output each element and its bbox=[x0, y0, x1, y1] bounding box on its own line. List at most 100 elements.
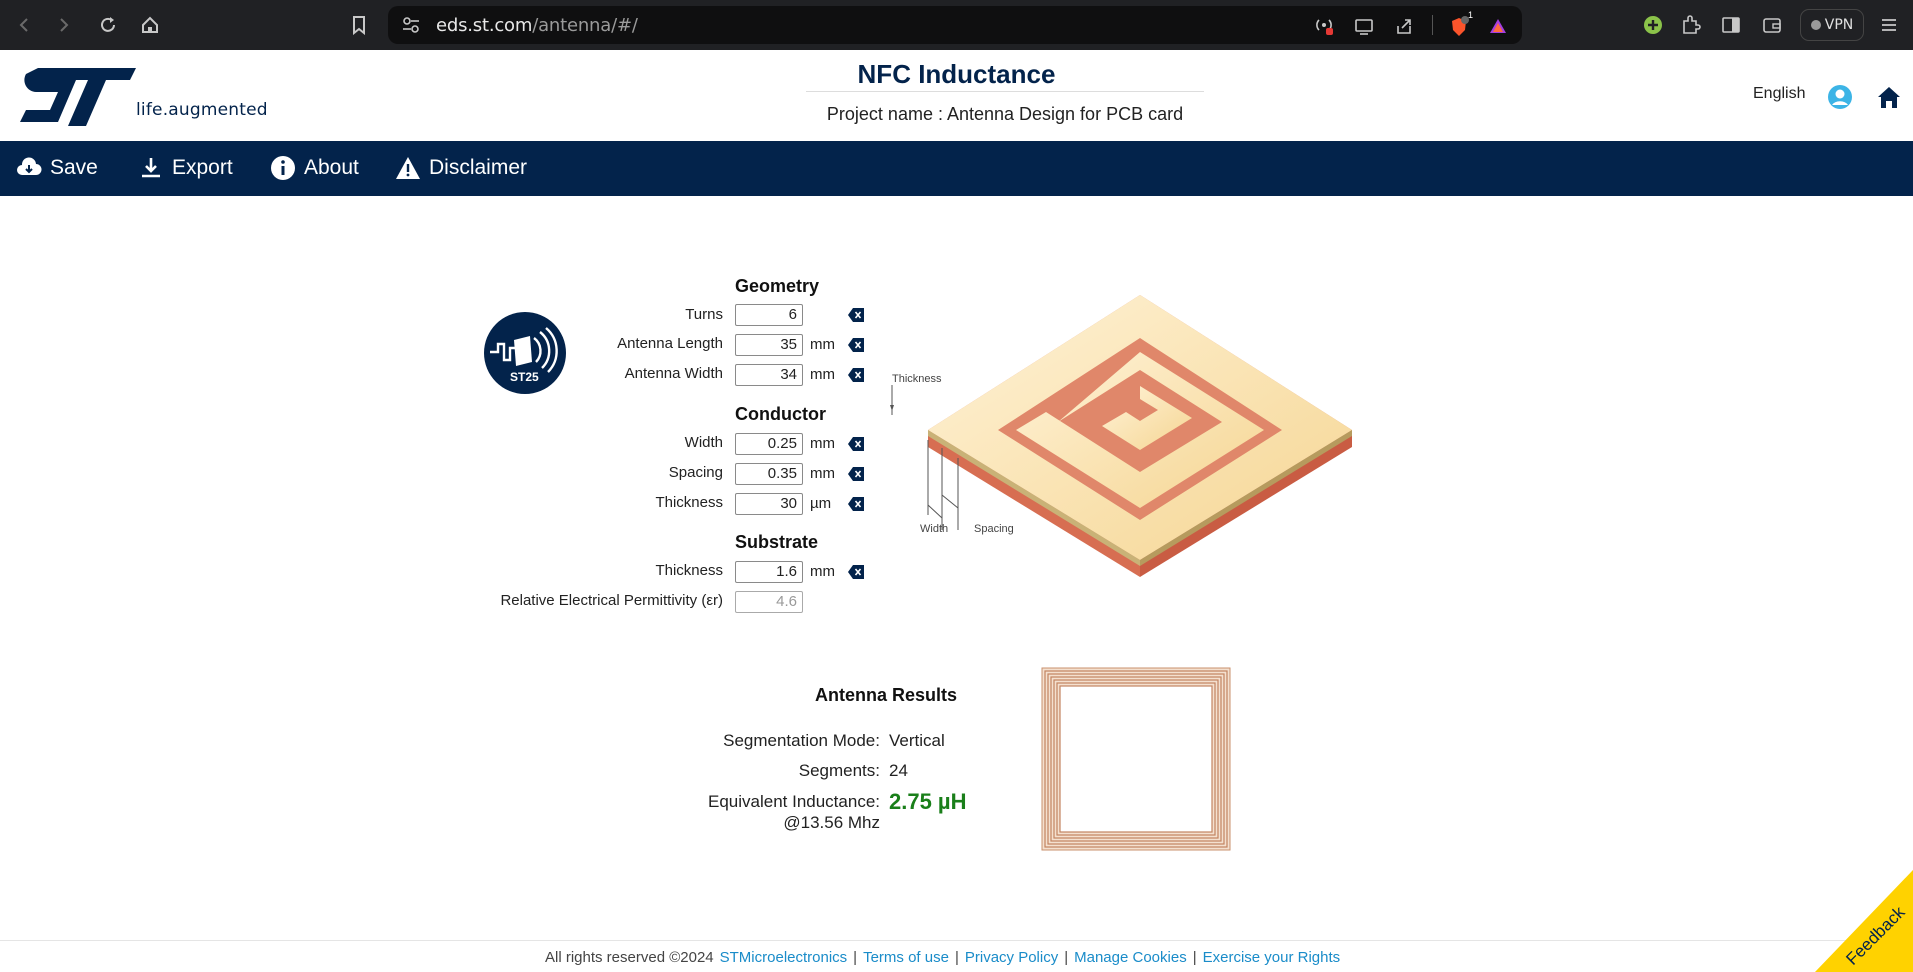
stmicro-link[interactable]: STMicroelectronics bbox=[720, 949, 848, 966]
cast-icon[interactable] bbox=[1354, 16, 1374, 36]
permittivity-label: Relative Electrical Permittivity (εr) bbox=[500, 592, 723, 609]
home-browser-icon[interactable] bbox=[138, 13, 162, 37]
cloud-download-icon bbox=[17, 157, 42, 175]
export-button[interactable]: Export bbox=[138, 155, 233, 181]
footer-separator: | bbox=[1192, 949, 1197, 966]
conductor-width-unit: mm bbox=[810, 435, 835, 452]
page-title: NFC Inductance bbox=[857, 59, 1056, 89]
cookies-link[interactable]: Manage Cookies bbox=[1074, 949, 1187, 966]
save-label: Save bbox=[50, 156, 98, 179]
spacing-label: Spacing bbox=[668, 464, 723, 481]
clear-substrate-thickness-icon[interactable] bbox=[848, 565, 864, 579]
substrate-thickness-label: Thickness bbox=[655, 562, 723, 579]
rights-link[interactable]: Exercise your Rights bbox=[1203, 949, 1341, 966]
antenna-length-unit: mm bbox=[810, 336, 835, 353]
user-account-icon[interactable] bbox=[1827, 84, 1853, 110]
antenna-length-label: Antenna Length bbox=[617, 335, 723, 352]
extension-add-icon[interactable] bbox=[1643, 15, 1663, 35]
coil-preview bbox=[1041, 667, 1231, 851]
clear-conductor-width-icon[interactable] bbox=[848, 437, 864, 451]
brave-shield-icon[interactable] bbox=[1448, 16, 1470, 38]
st25-label: ST25 bbox=[510, 370, 539, 384]
wallet-icon[interactable] bbox=[1762, 15, 1782, 35]
antenna-width-input[interactable]: 34 bbox=[735, 364, 803, 386]
footer: All rights reserved ©2024 STMicroelectro… bbox=[0, 940, 1913, 972]
footer-separator: | bbox=[1064, 949, 1069, 966]
inductance-value: 2.75 µH bbox=[889, 789, 967, 814]
divider bbox=[1432, 15, 1433, 35]
antenna-width-label: Antenna Width bbox=[624, 365, 723, 382]
copyright-text: All rights reserved ©2024 bbox=[545, 949, 714, 966]
substrate-thickness-input[interactable]: 1.6 bbox=[735, 561, 803, 583]
geometry-title: Geometry bbox=[735, 276, 820, 296]
vpn-status-icon bbox=[1810, 20, 1821, 30]
forward-icon[interactable] bbox=[52, 13, 76, 37]
site-header: life.augmented NFC Inductance Project na… bbox=[0, 50, 1913, 141]
clear-conductor-thickness-icon[interactable] bbox=[848, 497, 864, 511]
home-icon[interactable] bbox=[1876, 84, 1902, 110]
clear-length-icon[interactable] bbox=[848, 338, 864, 352]
segmentation-label: Segmentation Mode: bbox=[723, 731, 880, 750]
conductor-title: Conductor bbox=[735, 404, 826, 424]
clear-width-icon[interactable] bbox=[848, 368, 864, 382]
save-button[interactable]: Save bbox=[16, 155, 98, 181]
privacy-link[interactable]: Privacy Policy bbox=[965, 949, 1058, 966]
url-text: eds.st.com/antenna/#/ bbox=[436, 15, 638, 36]
conductor-width-label: Width bbox=[684, 434, 723, 451]
antenna-width-unit: mm bbox=[810, 366, 835, 383]
conductor-thickness-unit: µm bbox=[810, 495, 832, 512]
site-settings-icon[interactable] bbox=[402, 16, 420, 34]
language-selector[interactable]: English bbox=[1753, 85, 1805, 103]
feedback-button[interactable]: Feedback bbox=[1815, 870, 1913, 972]
inductance-label: Equivalent Inductance: bbox=[707, 792, 880, 811]
download-icon bbox=[142, 158, 160, 178]
extensions-icon[interactable] bbox=[1680, 14, 1702, 36]
substrate-title: Substrate bbox=[735, 532, 819, 552]
terms-link[interactable]: Terms of use bbox=[863, 949, 949, 966]
substrate-thickness-unit: mm bbox=[810, 563, 835, 580]
disclaimer-button[interactable]: Disclaimer bbox=[395, 155, 527, 181]
segmentation-value: Vertical bbox=[889, 731, 945, 750]
title-divider bbox=[806, 91, 1204, 92]
turns-input[interactable]: 6 bbox=[735, 304, 803, 326]
footer-separator: | bbox=[853, 949, 858, 966]
diagram-spacing-label: Spacing bbox=[974, 523, 1014, 535]
vpn-label: VPN bbox=[1824, 17, 1854, 33]
sidebar-icon[interactable] bbox=[1721, 15, 1741, 35]
clear-spacing-icon[interactable] bbox=[848, 467, 864, 481]
about-button[interactable]: About bbox=[270, 155, 359, 181]
results-title: Antenna Results bbox=[815, 685, 958, 705]
rewards-icon[interactable] bbox=[1488, 16, 1508, 36]
conductor-thickness-input[interactable]: 30 bbox=[735, 493, 803, 515]
bookmark-icon[interactable] bbox=[347, 13, 371, 37]
vpn-button[interactable]: VPN bbox=[1800, 9, 1864, 41]
project-name: Project name : Antenna Design for PCB ca… bbox=[826, 104, 1184, 124]
address-bar[interactable]: eds.st.com/antenna/#/ 1 bbox=[388, 6, 1522, 44]
clear-turns-icon[interactable] bbox=[848, 308, 864, 322]
back-icon[interactable] bbox=[12, 13, 36, 37]
disclaimer-label: Disclaimer bbox=[429, 156, 528, 179]
export-label: Export bbox=[172, 156, 233, 179]
shield-count: 1 bbox=[1468, 10, 1474, 20]
main-toolbar: Save Export About Disclaimer bbox=[0, 141, 1913, 196]
menu-icon[interactable] bbox=[1879, 15, 1899, 35]
share-icon[interactable] bbox=[1394, 16, 1414, 36]
footer-separator: | bbox=[954, 949, 959, 966]
diagram-thickness-label: Thickness bbox=[892, 373, 942, 385]
antenna-length-input[interactable]: 35 bbox=[735, 334, 803, 356]
segments-label: Segments: bbox=[798, 761, 880, 780]
info-icon bbox=[271, 156, 295, 180]
warning-icon bbox=[396, 157, 420, 179]
inductance-frequency: @13.56 Mhz bbox=[783, 813, 880, 832]
antenna-3d-diagram: Thickness Width Spacing bbox=[890, 295, 1352, 577]
conductor-width-input[interactable]: 0.25 bbox=[735, 433, 803, 455]
segments-value: 24 bbox=[889, 761, 908, 780]
spacing-unit: mm bbox=[810, 465, 835, 482]
conductor-thickness-label: Thickness bbox=[655, 494, 723, 511]
spacing-input[interactable]: 0.35 bbox=[735, 463, 803, 485]
browser-toolbar: eds.st.com/antenna/#/ 1 VPN bbox=[0, 0, 1913, 50]
about-label: About bbox=[304, 156, 359, 179]
reload-icon[interactable] bbox=[96, 13, 120, 37]
broadcast-icon[interactable] bbox=[1314, 16, 1334, 36]
turns-label: Turns bbox=[685, 306, 723, 323]
